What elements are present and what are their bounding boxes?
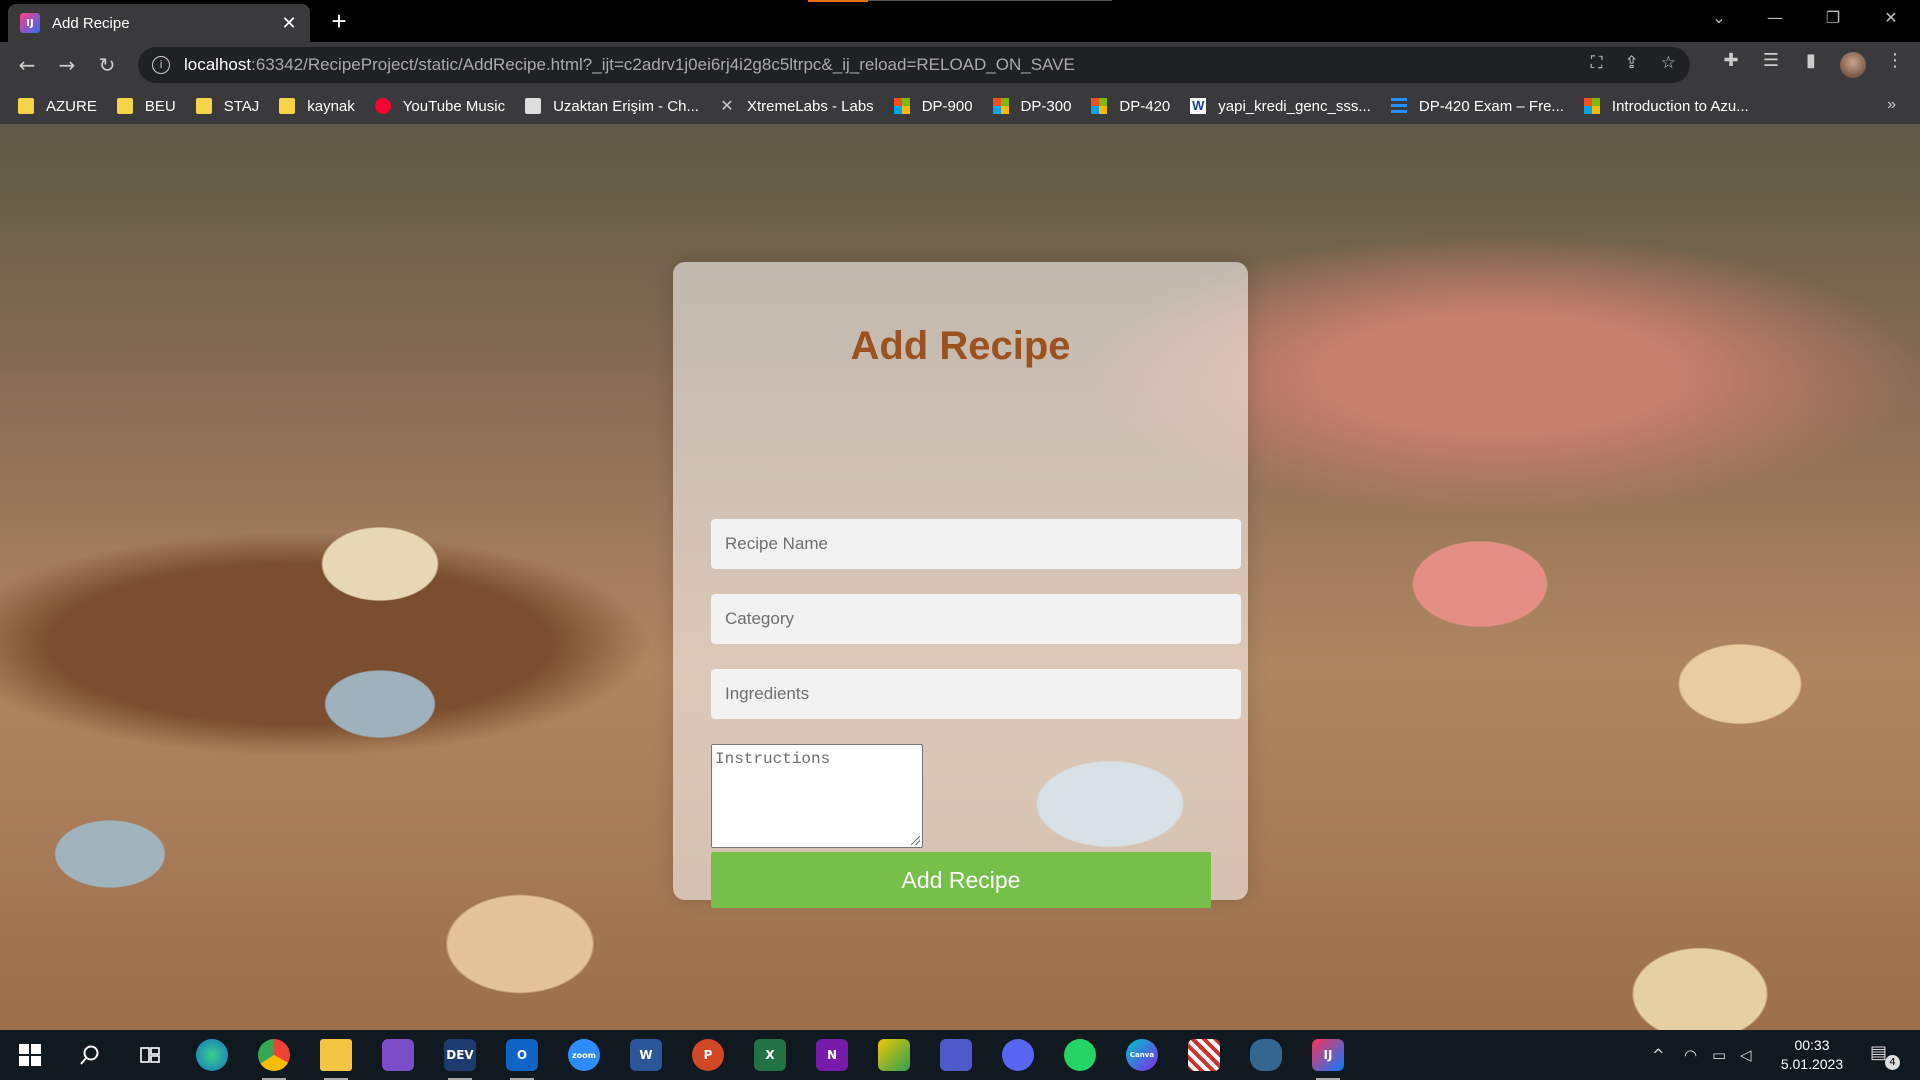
bookmark-yapi-kredi[interactable]: Wyapi_kredi_genc_sss... — [1190, 98, 1371, 115]
zoom-icon[interactable]: zoom — [568, 1039, 600, 1071]
xtremelabs-icon: ✕ — [720, 96, 734, 115]
powerpoint-icon[interactable]: P — [692, 1039, 724, 1071]
back-button[interactable]: ← — [12, 50, 42, 80]
dev-icon[interactable]: DEV — [444, 1039, 476, 1080]
notification-count-badge: 4 — [1885, 1055, 1900, 1070]
microsoft-icon — [1583, 98, 1600, 114]
browser-toolbar: ← → ↻ i localhost:63342/RecipeProject/st… — [0, 42, 1920, 88]
intellij-favicon-icon: IJ — [20, 13, 40, 33]
search-icon[interactable] — [74, 1039, 106, 1071]
tab-add-recipe[interactable]: IJ Add Recipe ✕ — [8, 4, 310, 42]
folder-icon — [116, 98, 133, 114]
microsoft-icon — [1091, 98, 1108, 114]
youtube-music-icon — [374, 98, 391, 114]
folder-icon — [279, 98, 296, 114]
minimize-button[interactable]: — — [1760, 8, 1790, 27]
bookmarks-bar: AZURE BEU STAJ kaynak YouTube Music Uzak… — [0, 88, 1920, 124]
instructions-textarea[interactable]: Instructions — [711, 744, 923, 848]
bookmark-xtremelabs[interactable]: ✕ XtremeLabs - Labs — [719, 96, 873, 115]
teams-icon[interactable] — [940, 1039, 972, 1071]
volume-icon[interactable]: ◁ — [1740, 1046, 1752, 1064]
bookmark-uzaktan-erisim[interactable]: Uzaktan Erişim - Ch... — [525, 98, 699, 115]
side-panel-icon[interactable]: ▮ — [1796, 50, 1826, 71]
translate-icon[interactable]: ⛶ — [1591, 53, 1603, 73]
ingredients-input[interactable]: Ingredients — [711, 669, 1241, 719]
address-bar[interactable]: i localhost:63342/RecipeProject/static/A… — [138, 47, 1690, 83]
bookmark-beu[interactable]: BEU — [116, 98, 176, 115]
tab-search-dropdown-icon[interactable]: ⌄ — [1704, 8, 1734, 27]
tab-title: Add Recipe — [52, 14, 130, 32]
bookmark-dp-900[interactable]: DP-900 — [893, 98, 973, 115]
url-path: :63342/RecipeProject/static/AddRecipe.ht… — [251, 55, 1075, 74]
excel-icon[interactable]: X — [754, 1039, 786, 1071]
word-icon[interactable]: W — [630, 1039, 662, 1071]
close-window-button[interactable]: ✕ — [1876, 8, 1906, 27]
file-explorer-icon[interactable] — [320, 1039, 352, 1080]
clock-date: 5.01.2023 — [1780, 1056, 1844, 1072]
microsoft-icon — [992, 98, 1009, 114]
bookmark-kaynak[interactable]: kaynak — [279, 98, 355, 115]
bookmark-dp-420[interactable]: DP-420 — [1091, 98, 1170, 115]
browser-menu-icon[interactable]: ⋮ — [1880, 50, 1910, 71]
bookmark-youtube-music[interactable]: YouTube Music — [374, 98, 505, 115]
tab-close-icon[interactable]: ✕ — [280, 13, 298, 34]
site-info-icon[interactable]: i — [152, 56, 170, 74]
taskbar-clock[interactable]: 00:33 5.01.2023 — [1772, 1036, 1852, 1074]
windows-taskbar: DEV O zoom W P X N Canva IJ ^ ◠ ▭ ◁ 00:3… — [0, 1030, 1920, 1080]
chrome-icon[interactable] — [258, 1039, 290, 1080]
resize-handle-icon[interactable] — [911, 836, 920, 845]
show-hidden-icons-icon[interactable]: ^ — [1652, 1046, 1665, 1064]
notification-center-icon[interactable]: ▤ 4 — [1870, 1042, 1900, 1070]
remote-desktop-icon — [525, 98, 542, 114]
word-icon: W — [1190, 98, 1207, 114]
whatsapp-icon[interactable] — [1064, 1039, 1096, 1071]
page-background: Add Recipe Recipe Name Category Ingredie… — [0, 124, 1920, 1030]
discord-icon[interactable] — [1002, 1039, 1034, 1071]
onenote-icon[interactable]: N — [816, 1039, 848, 1071]
folder-icon — [18, 98, 34, 114]
bookmark-star-icon[interactable]: ☆ — [1661, 53, 1676, 73]
game-icon[interactable] — [1188, 1039, 1220, 1071]
windows-start-icon[interactable] — [14, 1039, 46, 1071]
task-view-icon[interactable] — [134, 1039, 166, 1071]
bookmark-azure[interactable]: AZURE — [18, 98, 97, 115]
wifi-icon[interactable]: ◠ — [1684, 1046, 1697, 1064]
url-host: localhost — [184, 55, 252, 74]
add-recipe-card: Add Recipe Recipe Name Category Ingredie… — [673, 262, 1248, 908]
loading-track — [868, 0, 1112, 1]
new-tab-button[interactable]: + — [324, 6, 354, 36]
bookmarks-overflow-icon[interactable]: » — [1887, 96, 1896, 114]
exam-icon — [1390, 98, 1407, 114]
edge-icon[interactable] — [196, 1039, 228, 1071]
canva-icon[interactable]: Canva — [1126, 1039, 1158, 1071]
page-title: Add Recipe — [850, 324, 1071, 368]
clock-time: 00:33 — [1794, 1037, 1830, 1053]
share-icon[interactable]: ⇪ — [1625, 53, 1639, 73]
bookmark-staj[interactable]: STAJ — [195, 98, 259, 115]
loading-indicator — [808, 0, 868, 2]
intellij-icon[interactable]: IJ — [1312, 1039, 1344, 1080]
snip-icon[interactable] — [878, 1039, 910, 1071]
postgres-icon[interactable] — [1250, 1039, 1282, 1071]
reload-button[interactable]: ↻ — [92, 50, 122, 80]
outlook-icon[interactable]: O — [506, 1039, 538, 1080]
folder-icon — [195, 98, 212, 114]
microsoft-icon — [893, 98, 910, 114]
media-control-icon[interactable]: ☰ — [1756, 50, 1786, 71]
add-recipe-button[interactable]: Add Recipe — [711, 852, 1211, 908]
extensions-icon[interactable]: ✚ — [1716, 50, 1746, 71]
forward-button[interactable]: → — [52, 50, 82, 80]
restore-button[interactable]: ❐ — [1818, 8, 1848, 27]
bookmark-dp-420-exam[interactable]: DP-420 Exam – Fre... — [1390, 98, 1564, 115]
recipe-name-input[interactable]: Recipe Name — [711, 519, 1241, 569]
battery-icon[interactable]: ▭ — [1712, 1046, 1726, 1064]
bookmark-dp-300[interactable]: DP-300 — [992, 98, 1071, 115]
visual-studio-icon[interactable] — [382, 1039, 414, 1071]
profile-avatar[interactable] — [1840, 52, 1866, 78]
tab-strip: IJ Add Recipe ✕ + ⌄ — ❐ ✕ — [0, 0, 1920, 42]
category-input[interactable]: Category — [711, 594, 1241, 644]
bookmark-intro-azure[interactable]: Introduction to Azu... — [1583, 98, 1749, 115]
